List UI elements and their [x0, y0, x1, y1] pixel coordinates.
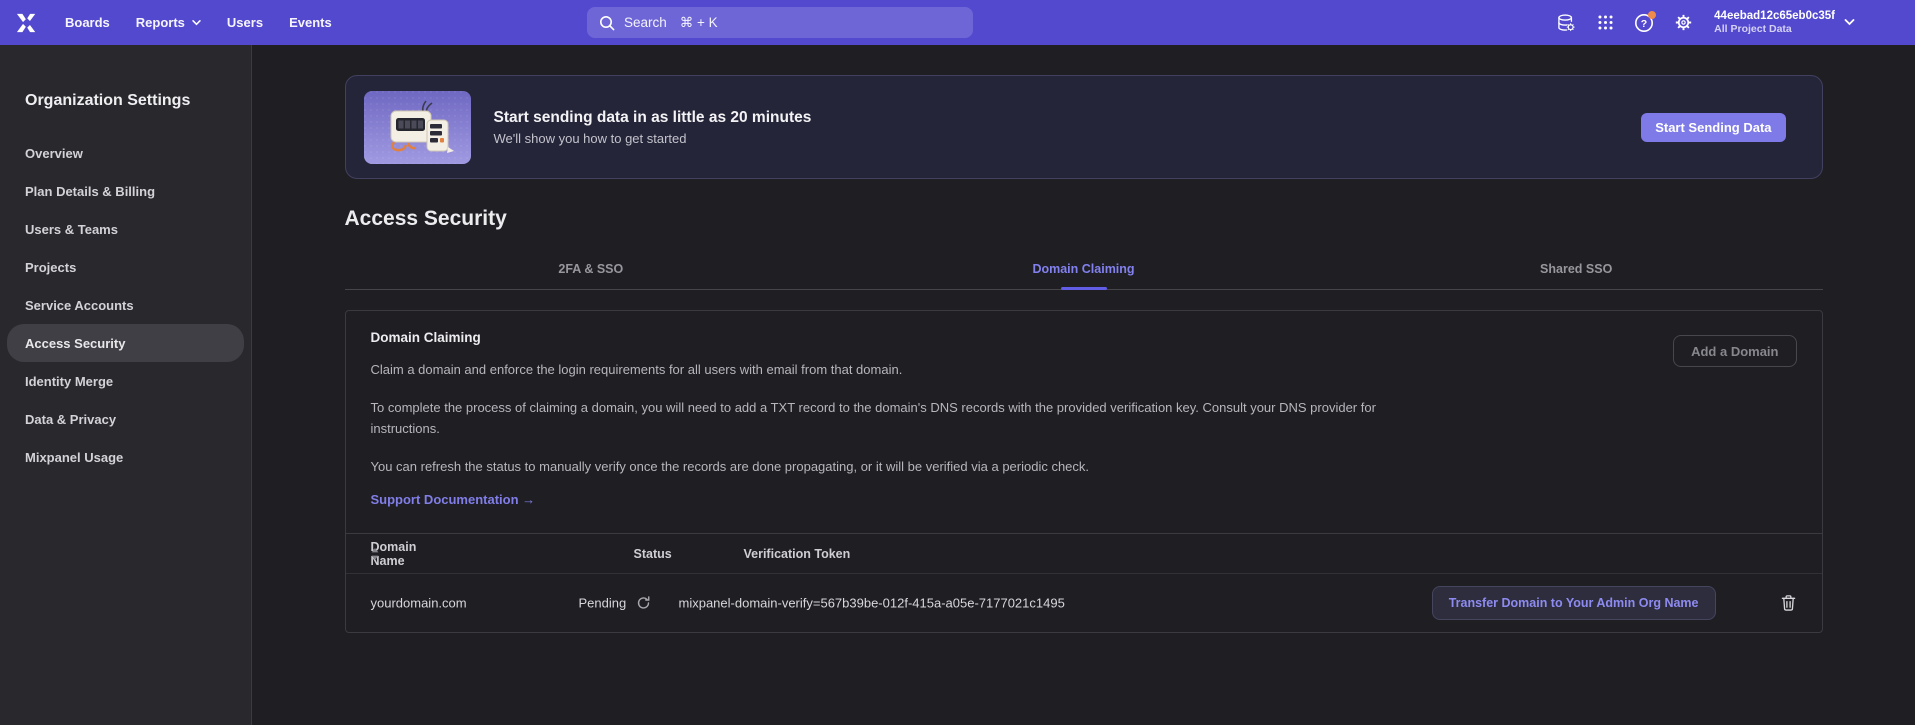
- search-input[interactable]: Search ⌘ + K: [587, 7, 973, 38]
- chevron-down-icon: [1844, 19, 1855, 26]
- project-name: All Project Data: [1714, 23, 1835, 36]
- search-shortcut: ⌘ + K: [680, 15, 718, 31]
- settings-gear-icon[interactable]: [1673, 13, 1693, 33]
- sidebar-nav: Overview Plan Details & Billing Users & …: [0, 134, 251, 476]
- domain-table-row: yourdomain.com Pending mixpanel-domain-v…: [346, 573, 1822, 632]
- mixpanel-logo[interactable]: [15, 12, 39, 34]
- settings-sidebar: Organization Settings Overview Plan Deta…: [0, 45, 252, 725]
- sidebar-item-projects[interactable]: Projects: [7, 248, 244, 286]
- banner-text: Start sending data in as little as 20 mi…: [494, 109, 812, 146]
- account-switcher[interactable]: 44eebad12c65eb0c35f All Project Data: [1714, 9, 1855, 37]
- sidebar-item-overview[interactable]: Overview: [7, 134, 244, 172]
- column-header-status: Status: [634, 547, 672, 561]
- panel-intro-text: Claim a domain and enforce the login req…: [371, 359, 1797, 380]
- sidebar-item-access-security[interactable]: Access Security: [7, 324, 244, 362]
- sidebar-title: Organization Settings: [0, 92, 251, 110]
- search-placeholder: Search: [624, 15, 667, 30]
- domains-table-header: Domain Name Status Verification Token: [346, 533, 1822, 573]
- sidebar-item-mixpanel-usage[interactable]: Mixpanel Usage: [7, 438, 244, 476]
- sidebar-item-users-teams[interactable]: Users & Teams: [7, 210, 244, 248]
- svg-text:?: ?: [1641, 18, 1647, 30]
- banner-title: Start sending data in as little as 20 mi…: [494, 109, 812, 127]
- nav-item-label: Events: [289, 15, 332, 30]
- verification-token-cell: mixpanel-domain-verify=567b39be-012f-415…: [679, 596, 1065, 611]
- column-header-verification-token: Verification Token: [744, 547, 851, 561]
- status-badge: Pending: [579, 596, 627, 611]
- nav-item-label: Users: [227, 15, 263, 30]
- org-id: 44eebad12c65eb0c35f: [1714, 9, 1835, 23]
- transfer-domain-button[interactable]: Transfer Domain to Your Admin Org Name: [1432, 586, 1716, 620]
- top-navigation-bar: Boards Reports Users Events Search ⌘ + K: [0, 0, 1915, 45]
- start-sending-data-button[interactable]: Start Sending Data: [1641, 113, 1785, 142]
- search-icon: [599, 15, 615, 31]
- nav-item-label: Boards: [65, 15, 110, 30]
- domain-name-cell: yourdomain.com: [371, 596, 467, 611]
- devices-illustration: [364, 91, 471, 164]
- data-management-icon[interactable]: [1556, 13, 1576, 33]
- topbar-actions: ? 44eebad12c65eb0c35f All Project Data: [1556, 0, 1855, 45]
- account-info: 44eebad12c65eb0c35f All Project Data: [1714, 9, 1835, 37]
- sidebar-item-data-privacy[interactable]: Data & Privacy: [7, 400, 244, 438]
- main-content: Start sending data in as little as 20 mi…: [252, 45, 1915, 725]
- apps-grid-icon[interactable]: [1595, 13, 1615, 33]
- nav-item-reports[interactable]: Reports: [136, 15, 201, 30]
- tab-2fa-sso[interactable]: 2FA & SSO: [345, 248, 838, 289]
- panel-refresh-note: You can refresh the status to manually v…: [371, 456, 1797, 477]
- chevron-down-icon: [192, 20, 201, 26]
- page-title: Access Security: [345, 207, 1823, 231]
- refresh-status-icon[interactable]: [636, 596, 651, 611]
- sidebar-item-service-accounts[interactable]: Service Accounts: [7, 286, 244, 324]
- panel-title: Domain Claiming: [371, 330, 1797, 345]
- sidebar-item-identity-merge[interactable]: Identity Merge: [7, 362, 244, 400]
- panel-txt-instructions: To complete the process of claiming a do…: [371, 397, 1446, 439]
- notification-badge: [1648, 11, 1656, 19]
- delete-domain-icon[interactable]: [1781, 595, 1796, 612]
- status-cell: Pending: [579, 596, 652, 611]
- onboarding-banner: Start sending data in as little as 20 mi…: [345, 75, 1823, 179]
- tab-domain-claiming[interactable]: Domain Claiming: [837, 248, 1330, 289]
- domain-claiming-panel: Add a Domain Domain Claiming Claim a dom…: [345, 310, 1823, 633]
- nav-item-events[interactable]: Events: [289, 15, 332, 30]
- nav-item-users[interactable]: Users: [227, 15, 263, 30]
- help-icon[interactable]: ?: [1634, 13, 1654, 33]
- sidebar-item-plan-details-billing[interactable]: Plan Details & Billing: [7, 172, 244, 210]
- support-documentation-link[interactable]: Support Documentation →: [371, 492, 536, 507]
- banner-subtitle: We'll show you how to get started: [494, 131, 812, 146]
- access-security-tabs: 2FA & SSO Domain Claiming Shared SSO: [345, 248, 1823, 290]
- tab-shared-sso[interactable]: Shared SSO: [1330, 248, 1823, 289]
- add-a-domain-button[interactable]: Add a Domain: [1673, 335, 1796, 367]
- nav-item-label: Reports: [136, 15, 185, 30]
- sort-icon: [371, 548, 379, 560]
- primary-nav: Boards Reports Users Events: [65, 15, 332, 30]
- nav-item-boards[interactable]: Boards: [65, 15, 110, 30]
